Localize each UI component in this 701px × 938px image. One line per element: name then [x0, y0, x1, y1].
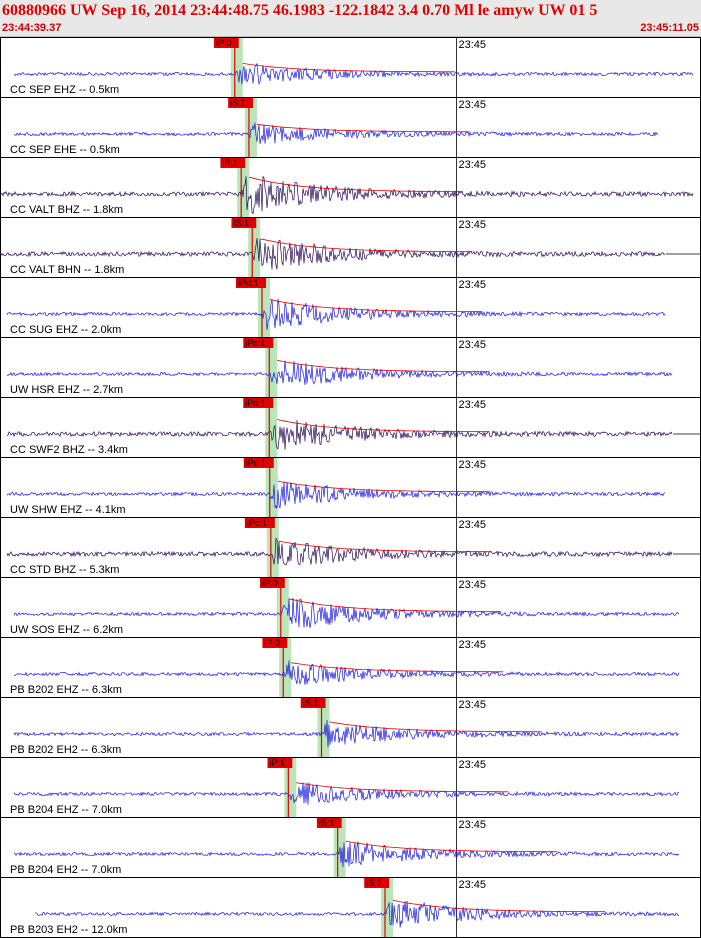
- minute-label: 23:45: [458, 339, 486, 351]
- event-title: 60880966 UW Sep 16, 2014 23:44:48.75 46.…: [2, 2, 598, 19]
- pick-label: iS:1: [233, 218, 249, 228]
- station-label: PB B202 EH2 -- 6.3km: [10, 744, 121, 756]
- minute-label: 23:45: [458, 459, 486, 471]
- waveform-trace: [13, 660, 680, 685]
- coda-decay-line: [288, 598, 501, 613]
- minute-label: 23:45: [458, 519, 486, 531]
- minute-label: 23:45: [458, 699, 486, 711]
- station-label: CC STD BHZ -- 5.3km: [10, 564, 119, 576]
- coda-decay-line: [277, 419, 490, 433]
- minute-label: 23:45: [458, 39, 486, 51]
- station-label: UW SHW EHZ -- 4.1km: [10, 504, 126, 516]
- station-label: PB B204 EH2 -- 7.0km: [10, 864, 121, 876]
- minute-label: 23:45: [458, 639, 486, 651]
- end-time-label: 23:45:11.05: [640, 22, 699, 34]
- coda-decay-line: [345, 840, 558, 853]
- coda-decay-line: [256, 123, 469, 133]
- coda-decay-line: [296, 782, 509, 793]
- event-header: 60880966 UW Sep 16, 2014 23:44:48.75 46.…: [0, 0, 701, 37]
- minute-label: 23:45: [458, 399, 486, 411]
- waveform-trace: [13, 122, 659, 145]
- minute-label: 23:45: [458, 819, 486, 831]
- minute-label: 23:45: [458, 159, 486, 171]
- coda-decay-line: [277, 480, 490, 493]
- pick-label: iPd:1: [238, 278, 259, 288]
- minute-label: 23:45: [458, 219, 486, 231]
- station-label: CC SUG EHZ -- 2.0km: [10, 324, 121, 336]
- pick-label: iPc:1: [246, 458, 266, 468]
- pick-label: iPc:1: [247, 518, 267, 528]
- waveform-trace: [35, 900, 680, 928]
- station-label: CC VALT BHZ -- 1.8km: [10, 204, 123, 216]
- pick-label: iS:1: [303, 698, 319, 708]
- pick-label: iP:1: [270, 758, 286, 768]
- coda-decay-line: [278, 540, 491, 553]
- station-label: CC SEP EHE -- 0.5km: [10, 144, 120, 156]
- waveform-trace: [13, 782, 680, 805]
- pick-label: iP:0: [262, 578, 278, 588]
- pick-label: iP:0: [216, 38, 232, 48]
- start-time-label: 23:44:39.37: [2, 22, 62, 34]
- station-label: PB B204 EHZ -- 7.0km: [10, 804, 122, 816]
- pick-label: iS:1: [319, 818, 335, 828]
- station-label: UW SOS EHZ -- 6.2km: [10, 624, 123, 636]
- pick-label: iS:1: [366, 878, 382, 888]
- coda-decay-line: [291, 662, 504, 673]
- minute-label: 23:45: [458, 879, 486, 891]
- station-label: CC VALT BHN -- 1.8km: [10, 264, 124, 276]
- pick-label: iP:1: [222, 158, 238, 168]
- station-label: CC SWF2 BHZ -- 3.4km: [10, 444, 128, 456]
- waveform-trace: [13, 62, 694, 86]
- station-label: PB B202 EHZ -- 6.3km: [10, 684, 122, 696]
- station-label: PB B203 EH2 -- 12.0km: [10, 924, 127, 936]
- minute-label: 23:45: [458, 579, 486, 591]
- minute-label: 23:45: [458, 279, 486, 291]
- minute-label: 23:45: [458, 99, 486, 111]
- pick-label: iPd:1: [245, 398, 266, 408]
- minute-label: 23:45: [458, 759, 486, 771]
- coda-decay-line: [242, 63, 455, 73]
- seismogram-plot: 23:45 iP:0 CC SEP EHZ -- 0.5km 23:45 iS:1 CC …: [0, 37, 701, 938]
- station-label: CC SEP EHZ -- 0.5km: [10, 84, 119, 96]
- waveform-trace: [6, 537, 673, 566]
- pick-label: iS:1: [230, 98, 246, 108]
- pick-label: iPc:1: [245, 338, 265, 348]
- waveform-trace: [6, 360, 673, 386]
- station-label: UW HSR EHZ -- 2.7km: [10, 384, 123, 396]
- pick-label: iP:0: [264, 638, 280, 648]
